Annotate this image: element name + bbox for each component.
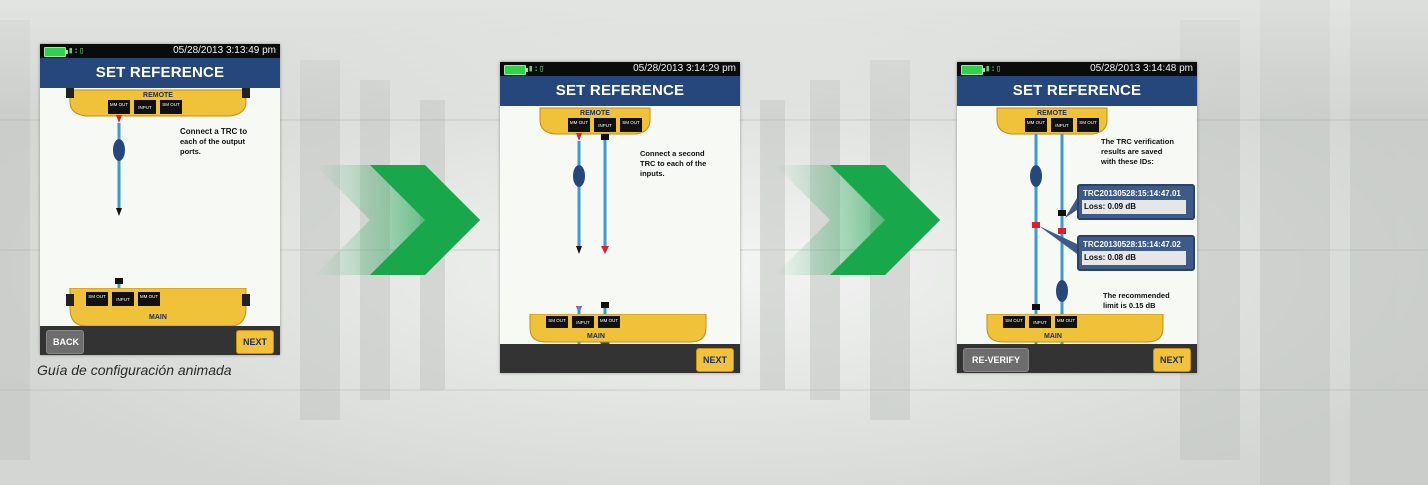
next-button[interactable]: NEXT [696,348,734,372]
svg-text:MM OUT: MM OUT [140,294,158,299]
svg-text:SM OUT: SM OUT [88,294,106,299]
main-label: MAIN [149,314,167,321]
trc-loss: Loss: 0.09 dB [1082,200,1186,214]
status-bar: ▮:▯ 05/28/2013 3:14:48 pm [957,62,1197,76]
svg-text:SM OUT: SM OUT [1079,120,1097,125]
svg-text:SM OUT: SM OUT [548,318,566,323]
trc-result-box-2: TRC20130528:15:14:47.02 Loss: 0.08 dB [1077,235,1195,271]
next-step-arrow-1 [315,165,480,275]
svg-text:MM OUT: MM OUT [1027,120,1045,125]
main-unit-panel: SM OUT INPUT MM OUT MAIN [986,314,1164,343]
battery-icon [961,65,985,75]
remote-unit: REMOTE MM OUT INPUT SM OUT [996,107,1108,135]
instruction-text-line-3: ports. [180,147,201,156]
limit-text-line-2: limit is 0.15 dB [1103,301,1156,310]
screen-step-3: ▮:▯ 05/28/2013 3:14:48 pm SET REFERENCE … [957,62,1197,373]
svg-text:MM OUT: MM OUT [1057,318,1075,323]
link-status-icon: ▮:▯ [68,46,85,56]
next-step-arrow-2 [775,165,940,275]
svg-text:SM OUT: SM OUT [162,102,180,107]
trc-cable [113,115,125,216]
remote-label: REMOTE [1037,110,1067,117]
svg-text:INPUT: INPUT [598,123,612,128]
main-unit-panel: SM OUT INPUT MM OUT MAIN [529,314,707,343]
remote-unit: REMOTE MM OUT INPUT SM OUT [66,88,250,117]
status-time: 05/28/2013 3:14:48 pm [1090,63,1193,74]
instruction-text-line-2: TRC to each of the [640,159,706,168]
caption: Guía de configuración animada [37,362,232,378]
status-bar: ▮:▯ 05/28/2013 3:13:49 pm [40,44,280,58]
link-status-icon: ▮:▯ [985,64,1002,74]
status-bar: ▮:▯ 05/28/2013 3:14:29 pm [500,62,740,76]
trc-result-box-1: TRC20130528:15:14:47.01 Loss: 0.09 dB [1077,184,1195,220]
next-button[interactable]: NEXT [236,330,274,354]
trc-cable [1030,134,1042,344]
svg-text:MM OUT: MM OUT [110,102,128,107]
status-time: 05/28/2013 3:14:29 pm [633,63,736,74]
page-title: SET REFERENCE [957,76,1197,106]
instruction-text-line-3: inputs. [640,169,665,178]
connection-diagram: REMOTE MM OUT INPUT SM OUT The TRC verif… [996,107,1174,344]
instruction-text-line-1: The TRC verification [1101,137,1174,146]
bottom-bar: NEXT [500,344,740,373]
remote-label: REMOTE [143,92,173,99]
instruction-text-line-1: Connect a second [640,149,705,158]
back-button[interactable]: BACK [46,330,84,354]
status-time: 05/28/2013 3:13:49 pm [173,45,276,56]
instruction-text-line-2: each of the output [180,137,245,146]
next-button[interactable]: NEXT [1153,348,1191,372]
svg-text:SM OUT: SM OUT [1005,318,1023,323]
battery-icon [504,65,528,75]
remote-label: REMOTE [580,110,610,117]
svg-text:MM OUT: MM OUT [600,318,618,323]
re-verify-button[interactable]: RE-VERIFY [963,348,1029,372]
bottom-bar: RE-VERIFY NEXT [957,344,1197,373]
connection-diagram: REMOTE MM OUT INPUT SM OUT Connect a sec… [539,107,706,344]
battery-icon [44,47,68,57]
screen-step-2: ▮:▯ 05/28/2013 3:14:29 pm SET REFERENCE … [500,62,740,373]
trc-id: TRC20130528:15:14:47.01 [1083,189,1181,198]
trc-id: TRC20130528:15:14:47.02 [1083,240,1181,249]
instruction-text-line-1: Connect a TRC to [180,127,247,136]
svg-text:INPUT: INPUT [576,320,590,325]
svg-text:INPUT: INPUT [1033,320,1047,325]
link-status-icon: ▮:▯ [528,64,545,74]
svg-text:SM OUT: SM OUT [622,120,640,125]
page-title: SET REFERENCE [500,76,740,106]
instruction-text-line-2: results are saved [1101,147,1163,156]
trc-cable [573,133,585,254]
page-title: SET REFERENCE [40,58,280,88]
main-unit-panel: SM OUT INPUT MM OUT MAIN [66,288,250,327]
remote-unit: REMOTE MM OUT INPUT SM OUT [539,107,651,135]
screen-step-1: ▮:▯ 05/28/2013 3:13:49 pm SET REFERENCE … [40,44,280,355]
svg-text:MM OUT: MM OUT [570,120,588,125]
main-label: MAIN [587,333,605,340]
instruction-text-line-3: with these IDs: [1100,157,1154,166]
svg-text:INPUT: INPUT [1055,123,1069,128]
svg-text:INPUT: INPUT [116,297,130,302]
limit-text-line-1: The recommended [1103,291,1170,300]
trc-cable [601,134,609,254]
bottom-bar: BACK NEXT [40,326,280,355]
main-label: MAIN [1044,333,1062,340]
svg-text:INPUT: INPUT [138,105,152,110]
trc-loss: Loss: 0.08 dB [1082,251,1186,265]
